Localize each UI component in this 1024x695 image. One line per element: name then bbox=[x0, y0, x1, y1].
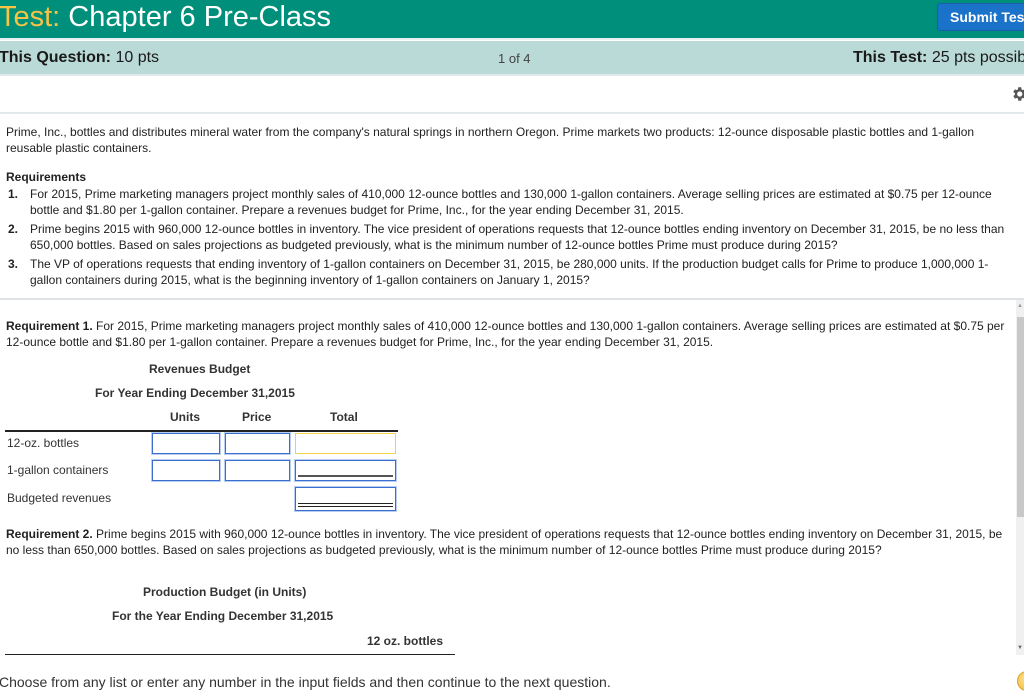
revenues-budget-title: Revenues Budget bbox=[149, 362, 251, 376]
double-underline-top bbox=[298, 503, 393, 504]
gallon-total-input[interactable] bbox=[295, 460, 396, 481]
budgeted-revenues-input[interactable] bbox=[295, 487, 396, 511]
header-rule bbox=[5, 430, 398, 432]
gear-icon[interactable] bbox=[1010, 85, 1024, 103]
requirements-heading: Requirements bbox=[6, 170, 87, 184]
submit-test-button[interactable]: Submit Test bbox=[937, 3, 1024, 31]
question-points-value: 10 pts bbox=[111, 49, 160, 66]
question-points-label: This Question: bbox=[0, 49, 111, 66]
question-points: This Question: 10 pts bbox=[0, 49, 159, 67]
requirement-item: 2. Prime begins 2015 with 960,000 12-ounc… bbox=[6, 221, 1011, 253]
test-title-text: Chapter 6 Pre-Class bbox=[60, 1, 332, 33]
column-header-total: Total bbox=[330, 410, 358, 424]
requirement-1-body: For 2015, Prime marketing managers proje… bbox=[6, 319, 1005, 349]
row-label-budgeted-revenues: Budgeted revenues bbox=[7, 491, 112, 505]
requirement-text: The VP of operations requests that endin… bbox=[30, 257, 989, 287]
double-underline-bottom bbox=[298, 506, 393, 507]
question-info-bar: This Question: 10 pts 1 of 4 This Test: … bbox=[0, 41, 1024, 76]
requirement-2-label: Requirement 2. bbox=[6, 527, 93, 541]
question-text: Prime, Inc., bottles and distributes min… bbox=[6, 124, 1011, 291]
test-title: Test: Chapter 6 Pre-Class bbox=[0, 0, 331, 34]
test-points: This Test: 25 pts possible bbox=[853, 49, 1024, 67]
bottles-price-input[interactable] bbox=[225, 433, 290, 454]
requirement-text: Prime begins 2015 with 960,000 12-ounce … bbox=[30, 222, 1005, 252]
question-intro: Prime, Inc., bottles and distributes min… bbox=[6, 125, 975, 155]
question-pager[interactable]: 1 of 4 bbox=[498, 51, 531, 66]
test-points-value: 25 pts possible bbox=[931, 49, 1024, 66]
bottles-total-input[interactable] bbox=[295, 433, 396, 454]
test-points-label: This Test: bbox=[853, 49, 928, 66]
scrollbar-thumb[interactable] bbox=[1017, 317, 1024, 517]
row-label-gallon: 1-gallon containers bbox=[7, 463, 109, 477]
requirement-1-text: Requirement 1. For 2015, Prime marketing… bbox=[6, 318, 1006, 350]
column-header-units: Units bbox=[170, 410, 200, 424]
column-header-price: Price bbox=[242, 410, 272, 424]
requirement-number: 3. bbox=[8, 257, 19, 271]
divider bbox=[0, 112, 1024, 114]
production-budget-title: Production Budget (in Units) bbox=[143, 585, 307, 599]
requirement-1-label: Requirement 1. bbox=[6, 319, 93, 333]
column-header-12oz-bottles: 12 oz. bottles bbox=[367, 634, 444, 648]
scroll-down-arrow-icon[interactable]: ▼ bbox=[1017, 645, 1023, 651]
header-rule bbox=[5, 654, 455, 655]
requirement-text: For 2015, Prime marketing managers proje… bbox=[30, 187, 992, 217]
requirements-list: 1. For 2015, Prime marketing managers pro… bbox=[6, 186, 1011, 288]
answer-panel: Requirement 1. For 2015, Prime marketing… bbox=[0, 300, 1016, 655]
requirement-number: 1. bbox=[8, 187, 19, 201]
test-title-prefix: Test: bbox=[0, 1, 61, 33]
footer-instruction: Choose from any list or enter any number… bbox=[0, 674, 611, 690]
production-budget-subtitle: For the Year Ending December 31,2015 bbox=[112, 609, 334, 623]
gallon-price-input[interactable] bbox=[225, 460, 290, 481]
revenues-budget-subtitle: For Year Ending December 31,2015 bbox=[95, 386, 295, 400]
single-underline bbox=[298, 475, 393, 477]
requirement-2-text: Requirement 2. Prime begins 2015 with 96… bbox=[6, 526, 1006, 558]
help-icon[interactable] bbox=[1017, 671, 1024, 691]
test-header-bar: Test: Chapter 6 Pre-Class Submit Test bbox=[0, 0, 1024, 40]
requirement-item: 1. For 2015, Prime marketing managers pro… bbox=[6, 186, 1011, 218]
scroll-up-arrow-icon[interactable]: ▲ bbox=[1017, 303, 1023, 309]
requirement-item: 3. The VP of operations requests that end… bbox=[6, 256, 1011, 288]
row-label-bottles: 12-oz. bottles bbox=[7, 436, 80, 450]
requirement-number: 2. bbox=[8, 222, 19, 236]
gallon-units-input[interactable] bbox=[152, 460, 220, 481]
requirement-2-body: Prime begins 2015 with 960,000 12-ounce … bbox=[6, 527, 1003, 557]
bottles-units-input[interactable] bbox=[152, 433, 220, 454]
